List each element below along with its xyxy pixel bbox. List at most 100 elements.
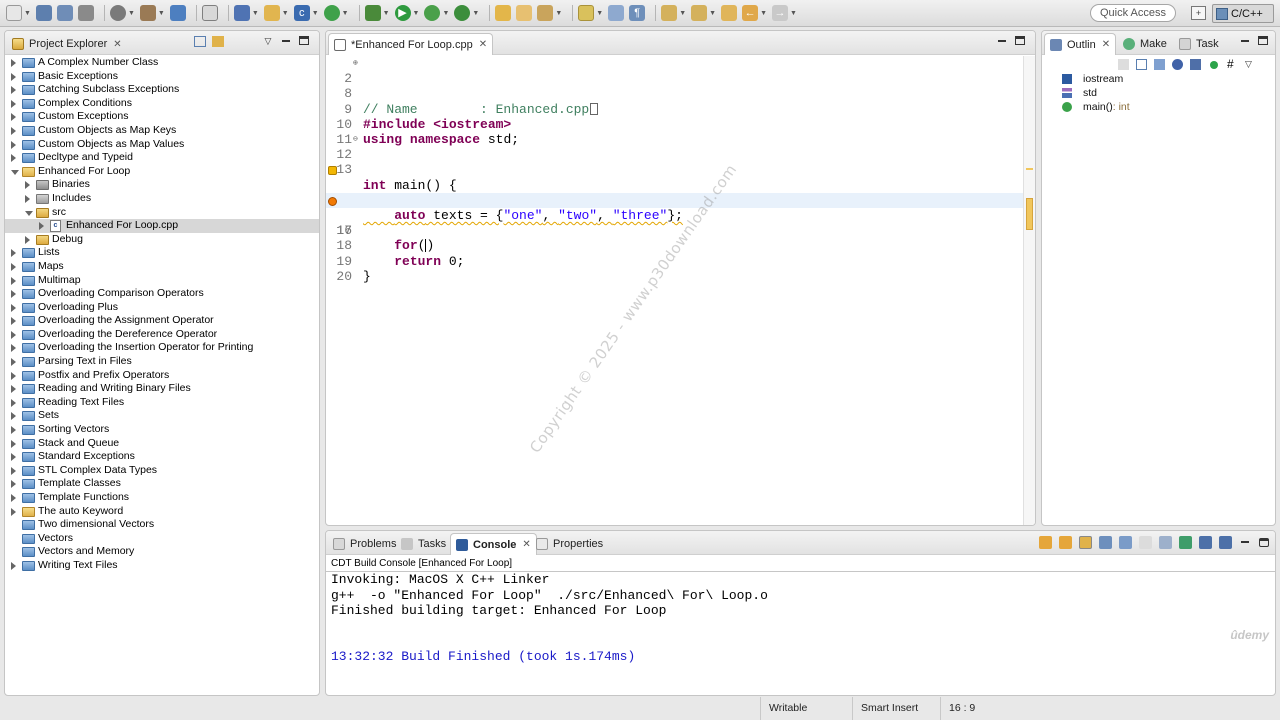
refresh-dropdown-icon[interactable]: ▼ bbox=[342, 10, 349, 17]
chevron-right-icon[interactable] bbox=[11, 466, 16, 475]
maximize-icon[interactable] bbox=[1258, 36, 1268, 45]
copy-icon[interactable] bbox=[1159, 536, 1172, 549]
chevron-right-icon[interactable] bbox=[11, 126, 16, 135]
perspective-cpp-button[interactable]: C/C++ bbox=[1212, 4, 1274, 23]
tree-item[interactable]: Catching Subclass Exceptions bbox=[5, 83, 319, 97]
tree-item[interactable]: Sets bbox=[5, 409, 319, 423]
link-editor-icon[interactable] bbox=[212, 36, 224, 47]
toggle-mark-icon[interactable] bbox=[608, 5, 625, 21]
fold-icon[interactable]: ⊖ bbox=[353, 132, 358, 147]
forward-dropdown-icon[interactable]: ▼ bbox=[790, 10, 797, 17]
tree-item[interactable]: Decltype and Typeid bbox=[5, 151, 319, 165]
tree-item[interactable]: Vectors bbox=[5, 532, 319, 546]
clear-console-icon[interactable] bbox=[1099, 536, 1112, 549]
tree-item[interactable]: Binaries bbox=[5, 178, 319, 192]
tree-item[interactable]: Custom Exceptions bbox=[5, 110, 319, 124]
tree-item[interactable]: Parsing Text in Files bbox=[5, 355, 319, 369]
current-position-marker[interactable] bbox=[1026, 198, 1033, 230]
scroll-lock-icon[interactable] bbox=[1079, 536, 1092, 549]
chevron-right-icon[interactable] bbox=[11, 494, 16, 502]
chevron-right-icon[interactable] bbox=[11, 480, 16, 489]
outline-item-iostream[interactable]: iostream bbox=[1062, 72, 1123, 86]
hammer-icon[interactable] bbox=[139, 5, 156, 21]
tree-item[interactable]: The auto Keyword bbox=[5, 505, 319, 519]
debug-dropdown-icon[interactable]: ▼ bbox=[383, 10, 390, 17]
chevron-right-icon[interactable] bbox=[11, 262, 16, 271]
outline-item-main[interactable]: main() : int bbox=[1062, 100, 1130, 114]
tree-item[interactable]: Custom Objects as Map Keys bbox=[5, 124, 319, 138]
chevron-right-icon[interactable] bbox=[11, 385, 16, 394]
view-menu-icon[interactable]: ▽ bbox=[1245, 59, 1256, 70]
tree-item[interactable]: Reading Text Files bbox=[5, 396, 319, 410]
close-icon[interactable]: ✕ bbox=[113, 39, 121, 50]
chevron-right-icon[interactable] bbox=[11, 344, 16, 353]
chevron-right-icon[interactable] bbox=[11, 154, 16, 163]
tab-problems[interactable]: Problems bbox=[328, 533, 401, 555]
tree-item[interactable]: Writing Text Files bbox=[5, 559, 319, 573]
build-dropdown-icon[interactable]: ▼ bbox=[128, 10, 135, 17]
tree-item[interactable]: Postfix and Prefix Operators bbox=[5, 369, 319, 383]
chevron-right-icon[interactable] bbox=[11, 99, 16, 108]
new-class-icon[interactable]: c bbox=[293, 5, 310, 21]
build-icon[interactable] bbox=[109, 5, 126, 21]
tree-item[interactable]: c Enhanced For Loop.cpp bbox=[5, 219, 319, 233]
open-console-icon[interactable] bbox=[1179, 536, 1192, 549]
chevron-right-icon[interactable] bbox=[11, 358, 16, 367]
display-console-icon[interactable] bbox=[1199, 536, 1212, 549]
tree-item[interactable]: Overloading the Assignment Operator bbox=[5, 314, 319, 328]
tree-item[interactable]: Template Classes bbox=[5, 477, 319, 491]
close-icon[interactable]: ✕ bbox=[522, 539, 530, 550]
show-whitespace-icon[interactable]: ¶ bbox=[629, 5, 646, 21]
hide-static-icon[interactable] bbox=[1190, 59, 1201, 70]
external-tools-dropdown-icon[interactable]: ▼ bbox=[472, 10, 479, 17]
chevron-right-icon[interactable] bbox=[39, 222, 44, 231]
save-icon[interactable] bbox=[35, 5, 52, 21]
tree-item[interactable]: Maps bbox=[5, 260, 319, 274]
back-icon[interactable]: ← bbox=[742, 5, 759, 21]
chevron-right-icon[interactable] bbox=[11, 290, 16, 299]
warning-icon[interactable] bbox=[328, 166, 337, 176]
pin-dropdown-icon[interactable]: ▼ bbox=[596, 10, 603, 17]
maximize-icon[interactable] bbox=[1259, 538, 1269, 547]
tree-item[interactable]: Overloading the Insertion Operator for P… bbox=[5, 341, 319, 355]
tab-task[interactable]: Task bbox=[1174, 33, 1224, 55]
tree-item[interactable]: Overloading Comparison Operators bbox=[5, 287, 319, 301]
scroll-down-icon[interactable] bbox=[1039, 536, 1052, 549]
tree-item[interactable]: Sorting Vectors bbox=[5, 423, 319, 437]
word-wrap-icon[interactable] bbox=[1139, 536, 1152, 549]
tree-item[interactable]: Vectors and Memory bbox=[5, 545, 319, 559]
prev-annotation-icon[interactable] bbox=[691, 5, 708, 21]
external-tools-icon[interactable] bbox=[454, 5, 471, 21]
tree-item[interactable]: Overloading the Dereference Operator bbox=[5, 328, 319, 342]
new-dropdown-icon[interactable]: ▼ bbox=[24, 10, 31, 17]
tree-item[interactable]: STL Complex Data Types bbox=[5, 464, 319, 478]
print-icon[interactable] bbox=[77, 5, 94, 21]
chevron-down-icon[interactable] bbox=[11, 169, 19, 175]
chevron-right-icon[interactable] bbox=[11, 249, 16, 258]
next-annotation-dropdown-icon[interactable]: ▼ bbox=[679, 10, 686, 17]
overview-ruler[interactable] bbox=[1023, 56, 1035, 525]
collapse-all-icon[interactable] bbox=[194, 36, 206, 47]
outline-item-std[interactable]: std bbox=[1062, 86, 1097, 100]
new-folder-dropdown-icon[interactable]: ▼ bbox=[282, 10, 289, 17]
open-perspective-icon[interactable]: + bbox=[1191, 6, 1206, 20]
minimize-icon[interactable] bbox=[997, 36, 1007, 46]
pin-console-icon[interactable] bbox=[1119, 536, 1132, 549]
chevron-right-icon[interactable] bbox=[25, 181, 30, 190]
new-icon[interactable] bbox=[6, 5, 22, 21]
chevron-right-icon[interactable] bbox=[11, 412, 16, 421]
chevron-right-icon[interactable] bbox=[11, 507, 16, 516]
tree-item[interactable]: Complex Conditions bbox=[5, 97, 319, 111]
tree-item[interactable]: Custom Objects as Map Values bbox=[5, 138, 319, 152]
tab-outline[interactable]: Outlin ✕ bbox=[1044, 33, 1117, 55]
sort-alpha-icon[interactable] bbox=[1154, 59, 1165, 70]
code-editor[interactable]: 2 ⊕ // Name : Enhanced.cpp 8 9 #include … bbox=[326, 56, 1023, 525]
chevron-right-icon[interactable] bbox=[11, 276, 16, 285]
tab-project-explorer[interactable]: Project Explorer ✕ bbox=[7, 33, 127, 55]
search-icon[interactable] bbox=[537, 5, 554, 21]
chevron-right-icon[interactable] bbox=[11, 113, 16, 122]
clean-icon[interactable] bbox=[169, 5, 186, 21]
forward-icon[interactable]: → bbox=[772, 5, 788, 21]
debug-icon[interactable] bbox=[364, 5, 381, 21]
prev-annotation-dropdown-icon[interactable]: ▼ bbox=[709, 10, 716, 17]
